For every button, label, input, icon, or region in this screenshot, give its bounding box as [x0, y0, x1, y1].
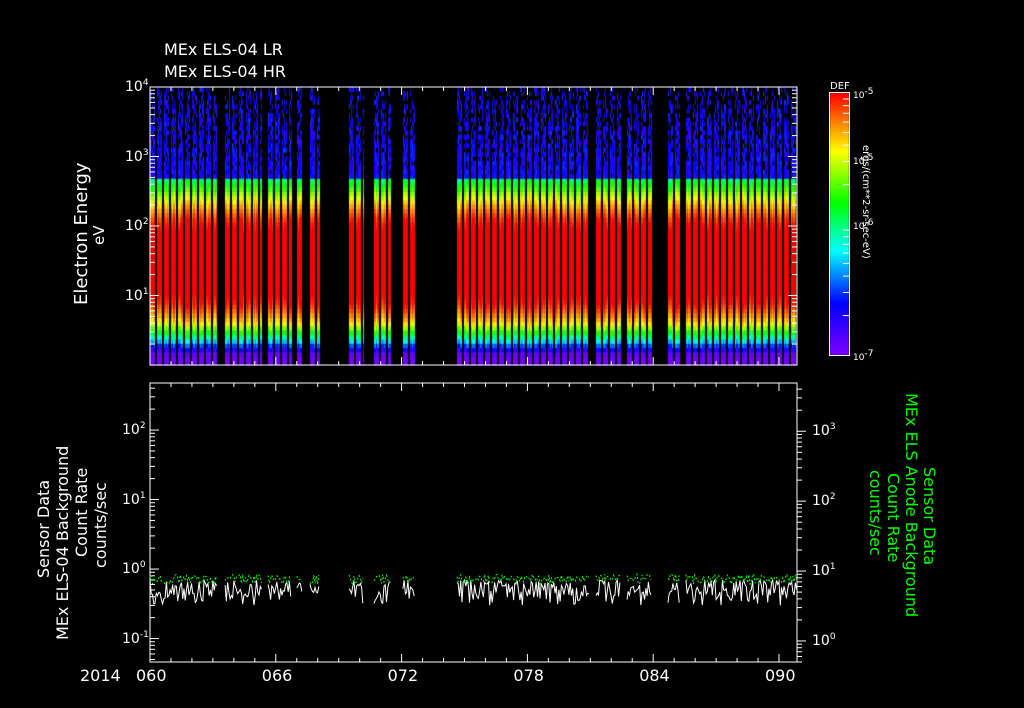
spectrogram-ylabel: Electron Energy	[71, 162, 92, 305]
els04-background-line	[595, 578, 621, 604]
colorbar-tick-label: 10-5	[853, 87, 874, 101]
anode-background-line	[456, 572, 590, 586]
x-tick-label: 060	[136, 666, 167, 685]
anode-ylabel-2: MEx ELS Anode Background	[902, 393, 921, 618]
bg-left-tick-label: 102	[122, 421, 146, 439]
colorbar-title: DEF	[830, 81, 850, 92]
bg-left-tick-label: 10-1	[122, 629, 149, 647]
bg-ylabel-1: Sensor Data	[34, 479, 53, 578]
bg-left-tick-label: 101	[122, 490, 146, 508]
energy-tick-label: 102	[125, 217, 149, 234]
els04-background-line	[149, 578, 218, 606]
anode-ylabel-1: Sensor Data	[920, 467, 939, 566]
anode-background-line	[309, 574, 320, 585]
anode-background-line	[149, 572, 218, 586]
els04-background-line	[267, 581, 292, 600]
anode-background-line	[296, 575, 303, 582]
x-tick-label: 090	[765, 666, 796, 685]
spectrogram-frame	[149, 86, 798, 366]
anode-background-line	[667, 573, 680, 584]
colorbar-tick-label: 10-7	[853, 349, 874, 363]
x-tick-label: 066	[261, 666, 293, 685]
els04-background-line	[296, 582, 303, 592]
anode-background-line	[685, 572, 798, 586]
els04-background-line	[456, 578, 590, 606]
background-frame	[149, 382, 798, 663]
energy-tick-label: 104	[125, 78, 149, 95]
bg-ylabel-4: counts/sec	[91, 482, 110, 568]
els04-background-line	[309, 584, 320, 594]
els04-background-line	[224, 580, 262, 606]
bg-ylabel-3: Count Rate	[72, 467, 91, 557]
colorbar-tick-label: 10-6	[853, 218, 874, 232]
bg-left-tick-label: 100	[122, 560, 146, 578]
bg-right-tick-label: 100	[812, 631, 836, 649]
energy-tick-label: 103	[125, 147, 149, 165]
x-tick-label: 078	[513, 666, 544, 685]
els04-background-line	[667, 582, 680, 603]
anode-background-line	[348, 574, 364, 586]
bg-right-tick-label: 102	[812, 492, 836, 510]
anode-ylabel-3: Count Rate	[884, 473, 903, 563]
x-year-label: 2014	[80, 666, 121, 685]
bg-right-tick-label: 103	[812, 422, 836, 440]
colorbar-tick-label: 10-5	[853, 152, 874, 167]
els04-background-line	[685, 578, 798, 606]
els04-background-line	[373, 581, 391, 605]
els04-background-line	[626, 581, 652, 606]
bg-ylabel-2: MEx ELS-04 Background	[53, 445, 72, 640]
els04-background-line	[348, 581, 364, 604]
anode-background-line	[626, 572, 652, 585]
anode-background-line	[373, 573, 391, 585]
spectrogram-yunit: eV	[90, 225, 108, 246]
title-lr: MEx ELS-04 LR	[164, 40, 283, 59]
x-tick-label: 084	[639, 666, 670, 685]
x-tick-label: 072	[387, 666, 419, 685]
energy-tick-label: 101	[125, 286, 149, 304]
bg-right-tick-label: 101	[812, 562, 836, 580]
anode-ylabel-4: counts/sec	[866, 470, 885, 556]
title-hr: MEx ELS-04 HR	[164, 62, 287, 81]
